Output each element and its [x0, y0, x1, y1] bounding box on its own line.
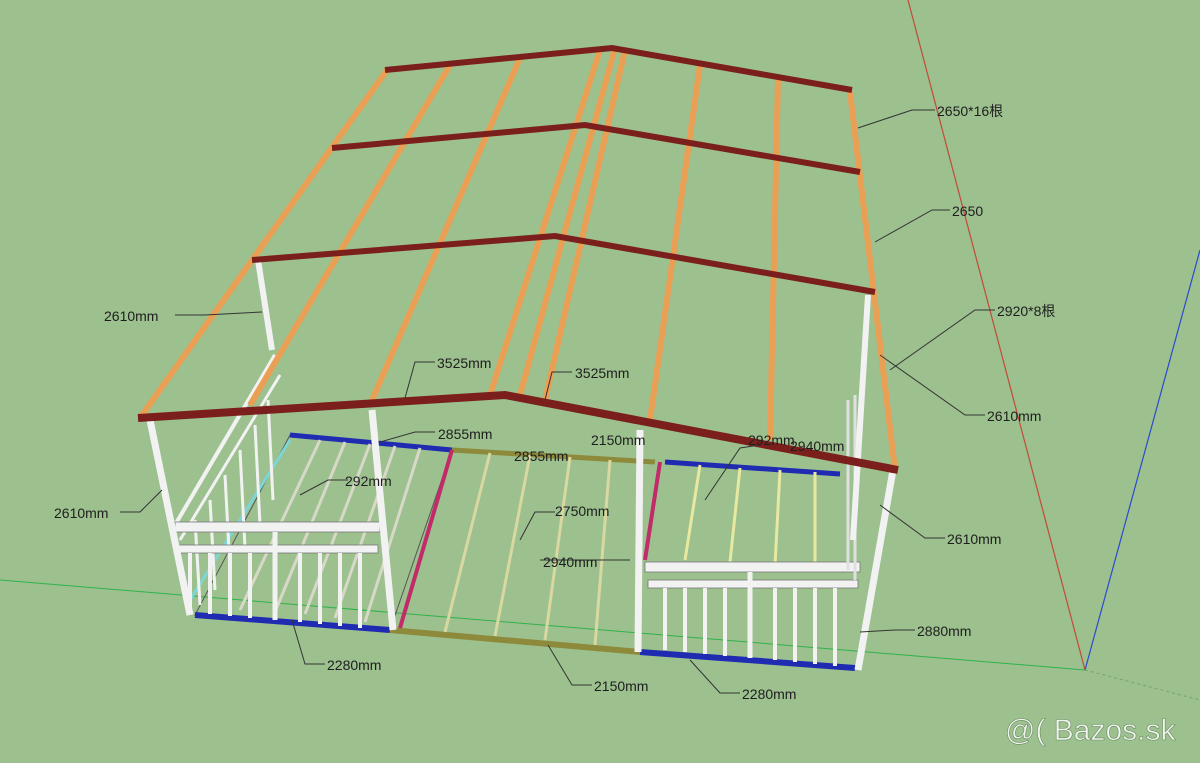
- label-beam-back-mid2: 2150mm: [591, 432, 645, 448]
- label-rafter-left: 3525mm: [437, 355, 491, 371]
- posts: [146, 259, 897, 671]
- label-rafter-right: 3525mm: [575, 365, 629, 381]
- roof-beams: [137, 44, 899, 474]
- label-roof-long-purlin: 2650*16根: [937, 103, 1003, 119]
- label-post-left-mid: 2610mm: [54, 505, 108, 521]
- label-beam-back-mid: 2855mm: [514, 448, 568, 464]
- label-side-right-beam: 2880mm: [917, 623, 971, 639]
- label-front-left-beam: 2280mm: [327, 657, 381, 673]
- label-floor-right-joist2: 2940mm: [790, 438, 844, 454]
- watermark: @( Bazos.sk: [1005, 714, 1176, 747]
- label-front-mid-beam: 2150mm: [594, 678, 648, 694]
- label-beam-back-left: 2855mm: [438, 426, 492, 442]
- axis-line-blue: [1084, 249, 1200, 671]
- label-floor-mid-joist: 2750mm: [555, 503, 609, 519]
- label-post-left-top: 2610mm: [104, 308, 158, 324]
- label-front-right-beam: 2280mm: [742, 686, 796, 702]
- label-post-right-top: 2610mm: [987, 408, 1041, 424]
- label-floor-left-joist: 292mm: [345, 473, 392, 489]
- axis-line-dotted: [1084, 669, 1200, 701]
- diagram-canvas: 2650*16根 2650 2920*8根 2610mm 2610mm 3525…: [0, 0, 1200, 758]
- label-floor-right-joist: 292mm: [748, 432, 795, 448]
- axis-line-red: [907, 0, 1086, 671]
- label-roof-short-purlin: 2920*8根: [997, 303, 1055, 319]
- shelter-frame-drawing: 2650*16根 2650 2920*8根 2610mm 2610mm 3525…: [0, 0, 1200, 747]
- label-floor-mid-joist2: 2940mm: [543, 554, 597, 570]
- label-post-right-mid: 2610mm: [947, 531, 1001, 547]
- label-roof-right-purlin: 2650: [952, 203, 983, 219]
